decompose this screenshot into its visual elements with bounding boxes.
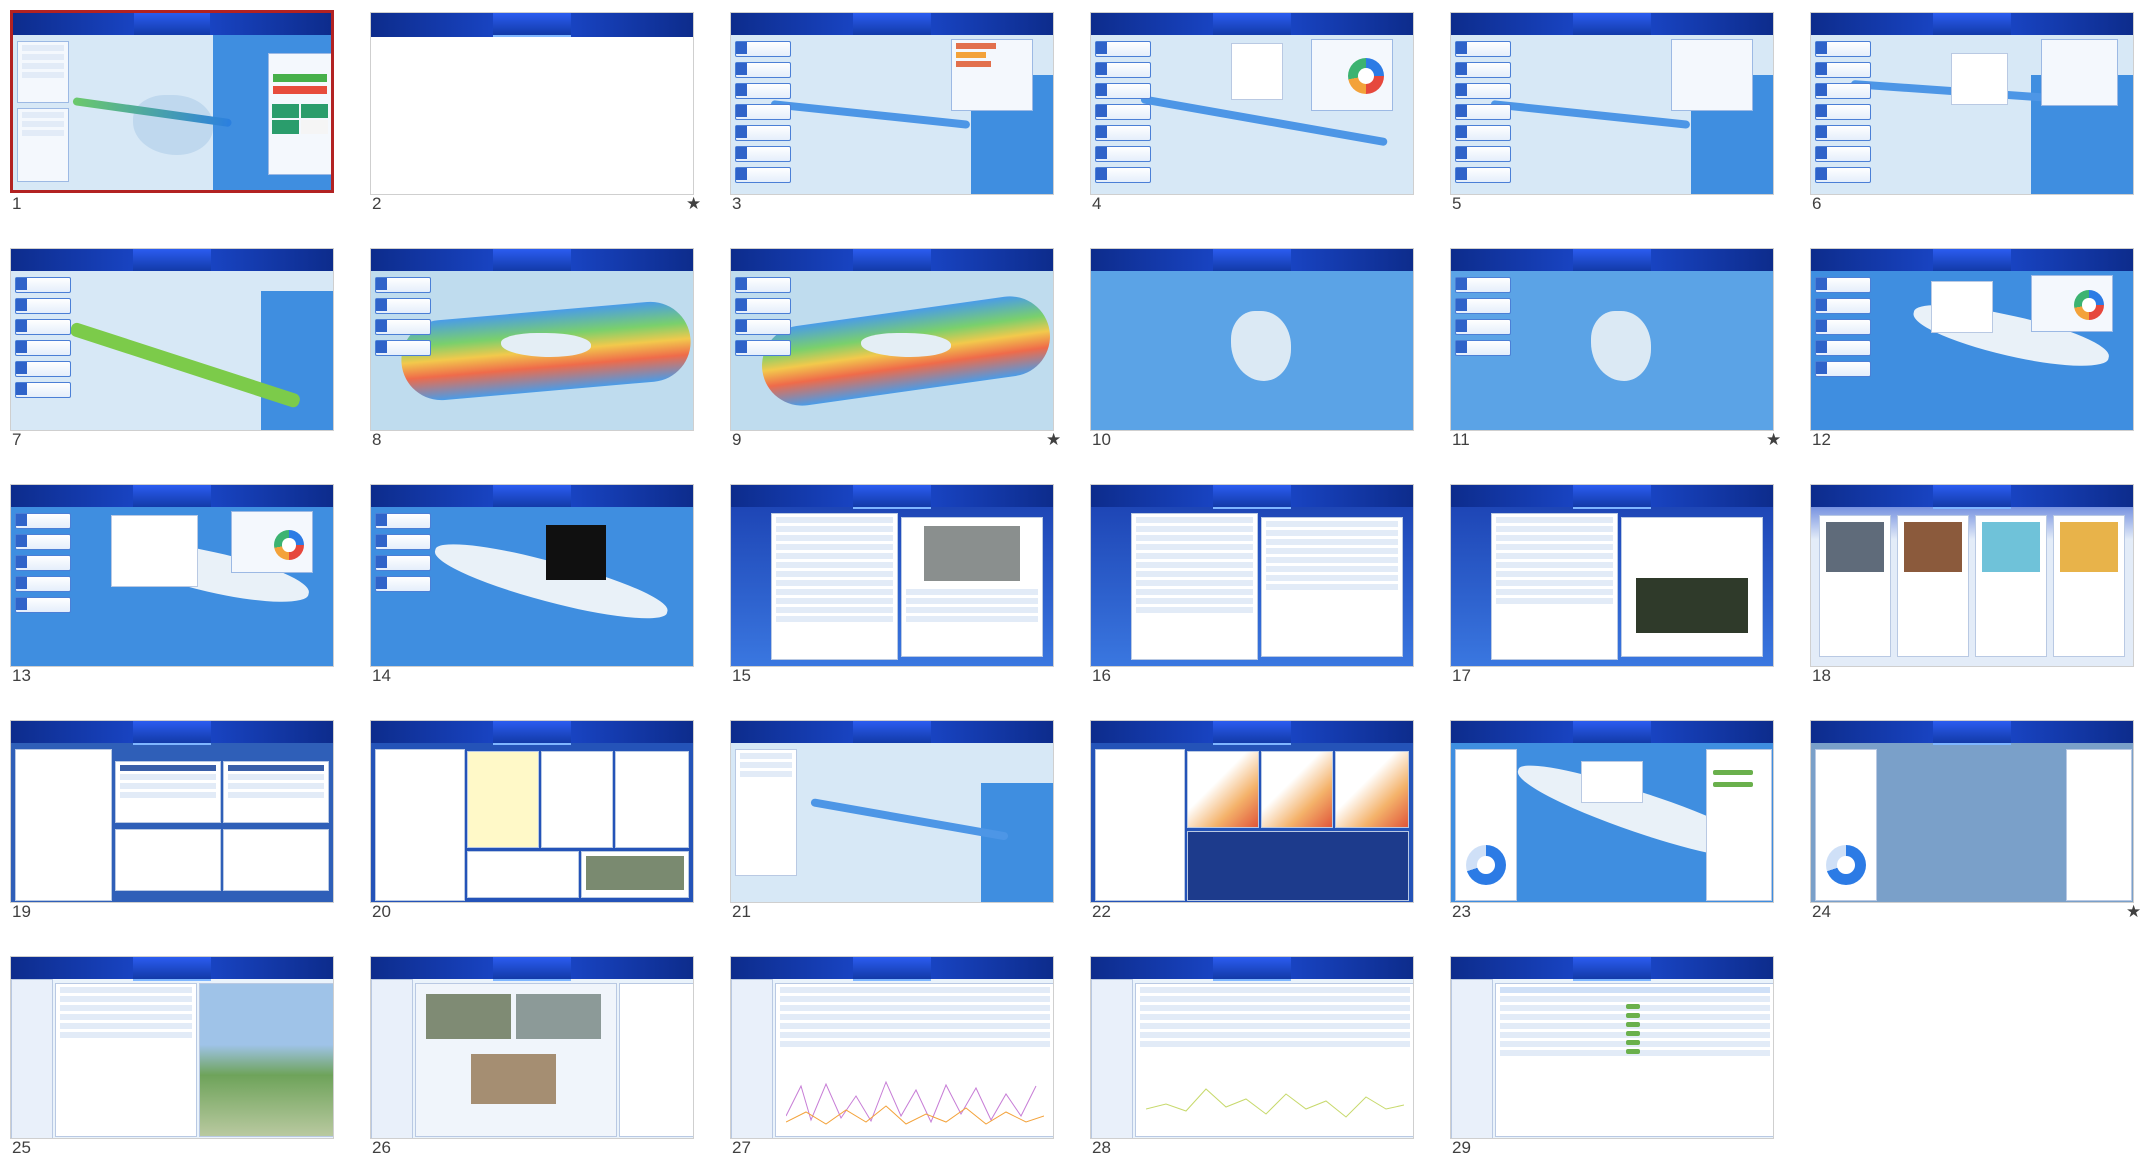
slide-preview <box>371 485 693 666</box>
slide-number: 15 <box>732 666 751 685</box>
slide-number: 9 <box>732 430 742 449</box>
slide-preview <box>731 957 1053 1138</box>
slide-thumbnail-21[interactable] <box>730 720 1054 903</box>
slide-number: 22 <box>1092 902 1111 921</box>
slide-number: 16 <box>1092 666 1111 685</box>
slide-thumbnail-26[interactable] <box>370 956 694 1139</box>
slide-number: 18 <box>1812 666 1831 685</box>
slide-number: 8 <box>372 430 382 449</box>
slide-number: 4 <box>1092 194 1102 213</box>
slide-thumbnail-14[interactable] <box>370 484 694 667</box>
slide-number: 26 <box>372 1138 391 1157</box>
slide-preview <box>371 249 693 430</box>
slide-thumbnail-5[interactable] <box>1450 12 1774 195</box>
slide-thumbnail-4[interactable] <box>1090 12 1414 195</box>
slide-thumbnail-6[interactable] <box>1810 12 2134 195</box>
slide-number: 27 <box>732 1138 751 1157</box>
slide-number: 28 <box>1092 1138 1111 1157</box>
slide-preview <box>1091 13 1413 194</box>
slide-preview <box>11 249 333 430</box>
slide-number: 7 <box>12 430 22 449</box>
line-chart <box>786 1080 1044 1125</box>
slide-thumbnail-13[interactable] <box>10 484 334 667</box>
slide-preview <box>1811 13 2133 194</box>
slide-thumbnail-15[interactable] <box>730 484 1054 667</box>
slide-number: 19 <box>12 902 31 921</box>
slide-preview <box>1451 13 1773 194</box>
slide-number: 2 <box>372 194 382 213</box>
slide-thumbnail-28[interactable] <box>1090 956 1414 1139</box>
slide-number: 14 <box>372 666 391 685</box>
slide-preview <box>731 13 1053 194</box>
slide-thumbnail-22[interactable] <box>1090 720 1414 903</box>
slide-thumbnail-9[interactable] <box>730 248 1054 431</box>
slide-number: 13 <box>12 666 31 685</box>
slide-preview <box>1811 249 2133 430</box>
slide-thumbnail-1[interactable] <box>10 10 334 193</box>
slide-number: 17 <box>1452 666 1471 685</box>
star-icon: ★ <box>1766 430 1782 449</box>
slide-preview <box>371 13 693 194</box>
slide-preview <box>13 13 331 190</box>
slide-number: 21 <box>732 902 751 921</box>
slide-thumbnail-19[interactable] <box>10 720 334 903</box>
slide-preview <box>731 485 1053 666</box>
slide-preview <box>1091 485 1413 666</box>
slide-number: 11 <box>1452 430 1470 449</box>
line-chart <box>1146 1088 1404 1118</box>
slide-thumbnail-25[interactable] <box>10 956 334 1139</box>
slide-number: 3 <box>732 194 742 213</box>
slide-preview <box>1091 957 1413 1138</box>
slide-preview <box>1451 249 1773 430</box>
slide-number: 12 <box>1812 430 1831 449</box>
slide-number: 6 <box>1812 194 1822 213</box>
slide-preview <box>371 957 693 1138</box>
slide-number: 29 <box>1452 1138 1471 1157</box>
slide-preview <box>1091 721 1413 902</box>
slide-thumbnail-2[interactable] <box>370 12 694 195</box>
slide-thumbnail-23[interactable] <box>1450 720 1774 903</box>
slide-preview <box>731 249 1053 430</box>
slide-thumbnail-12[interactable] <box>1810 248 2134 431</box>
slide-thumbnail-27[interactable] <box>730 956 1054 1139</box>
slide-preview <box>11 485 333 666</box>
star-icon: ★ <box>2126 902 2142 921</box>
slide-thumbnail-18[interactable] <box>1810 484 2134 667</box>
slide-number: 24 <box>1812 902 1831 921</box>
slide-preview <box>371 721 693 902</box>
slide-preview <box>1811 485 2133 666</box>
slide-thumbnail-8[interactable] <box>370 248 694 431</box>
slide-preview <box>1451 485 1773 666</box>
slide-preview <box>1451 957 1773 1138</box>
slide-thumbnail-11[interactable] <box>1450 248 1774 431</box>
slide-thumbnail-10[interactable] <box>1090 248 1414 431</box>
slide-preview <box>1451 721 1773 902</box>
slide-preview <box>11 957 333 1138</box>
slide-thumbnail-29[interactable] <box>1450 956 1774 1139</box>
slide-thumbnail-24[interactable] <box>1810 720 2134 903</box>
slide-thumbnail-3[interactable] <box>730 12 1054 195</box>
slide-thumbnail-17[interactable] <box>1450 484 1774 667</box>
slide-number: 25 <box>12 1138 31 1157</box>
slide-number: 1 <box>12 194 22 213</box>
slide-number: 23 <box>1452 902 1471 921</box>
slide-preview <box>731 721 1053 902</box>
slide-thumbnail-16[interactable] <box>1090 484 1414 667</box>
slide-thumbnail-7[interactable] <box>10 248 334 431</box>
slide-number: 20 <box>372 902 391 921</box>
slide-thumbnail-20[interactable] <box>370 720 694 903</box>
slide-preview <box>1091 249 1413 430</box>
slide-preview <box>1811 721 2133 902</box>
star-icon: ★ <box>1046 430 1062 449</box>
star-icon: ★ <box>686 194 702 213</box>
slide-preview <box>11 721 333 902</box>
slide-number: 5 <box>1452 194 1462 213</box>
slide-number: 10 <box>1092 430 1111 449</box>
